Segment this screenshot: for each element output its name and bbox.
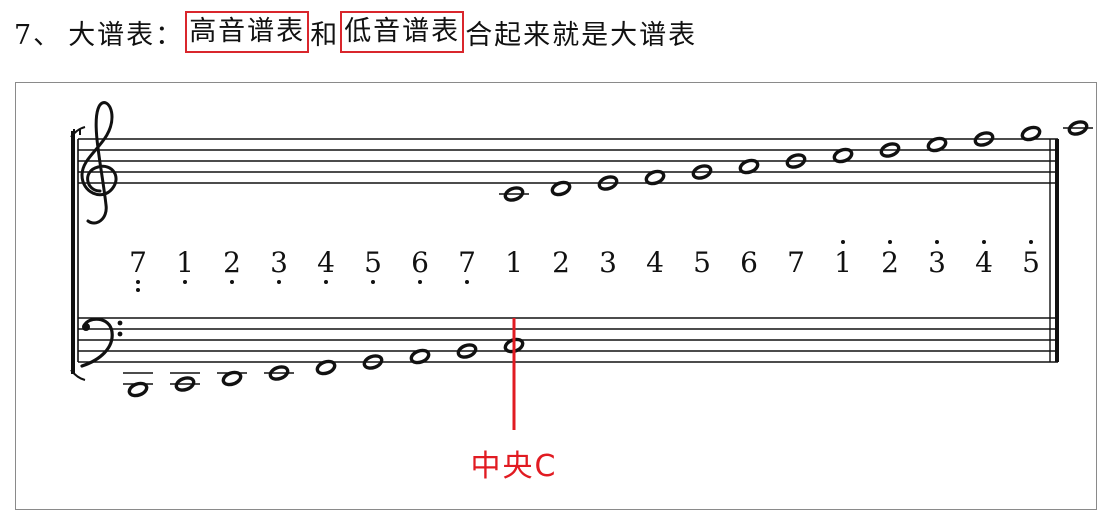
grand-staff-score: 7 1 2 3 4 5 6 7 1 2 3 4 5 6 7 1 2 3 4 5中央C — [70, 101, 1093, 484]
jianpu-digit: 4 — [646, 246, 664, 279]
jianpu-digit: 3 — [270, 246, 288, 279]
treble-clef-icon — [80, 101, 118, 225]
jianpu-digit: 5 — [1022, 246, 1040, 279]
octave-dot-below — [136, 288, 140, 292]
bass-clef-colon-lower — [117, 331, 123, 337]
octave-dot-above — [841, 240, 845, 244]
jianpu-digit: 7 — [787, 246, 805, 279]
octave-dot-above — [1029, 240, 1033, 244]
octave-dot-below — [230, 280, 234, 284]
octave-dot-below — [324, 280, 328, 284]
jianpu-digit: 6 — [411, 246, 429, 279]
bass-clef-colon-upper — [117, 320, 123, 326]
jianpu-digit: 7 — [458, 246, 476, 279]
jianpu-digit: 1 — [834, 246, 852, 279]
jianpu-digit: 5 — [364, 246, 382, 279]
jianpu-digit: 2 — [552, 246, 570, 279]
jianpu-digit: 1 — [176, 246, 194, 279]
jianpu-digit: 7 — [129, 246, 147, 279]
octave-dot-above — [982, 240, 986, 244]
octave-dot-below — [465, 280, 469, 284]
jianpu-digit: 6 — [740, 246, 758, 279]
octave-dot-below — [277, 280, 281, 284]
jianpu-digit: 3 — [928, 246, 946, 279]
bass-clef-dot — [82, 323, 90, 331]
jianpu-digit: 2 — [881, 246, 899, 279]
octave-dot-below — [371, 280, 375, 284]
octave-dot-below — [183, 280, 187, 284]
middle-c-label: 中央C — [471, 449, 558, 484]
jianpu-digit: 3 — [599, 246, 617, 279]
jianpu-digit: 4 — [975, 246, 993, 279]
bracket-bottom-hook — [70, 369, 86, 381]
octave-dot-above — [888, 240, 892, 244]
octave-dot-above — [935, 240, 939, 244]
jianpu-digit: 2 — [223, 246, 241, 279]
octave-dot-below — [418, 280, 422, 284]
jianpu-digit: 5 — [693, 246, 711, 279]
jianpu-digit: 1 — [505, 246, 523, 279]
octave-dot-below — [136, 280, 140, 284]
jianpu-digit: 4 — [317, 246, 335, 279]
